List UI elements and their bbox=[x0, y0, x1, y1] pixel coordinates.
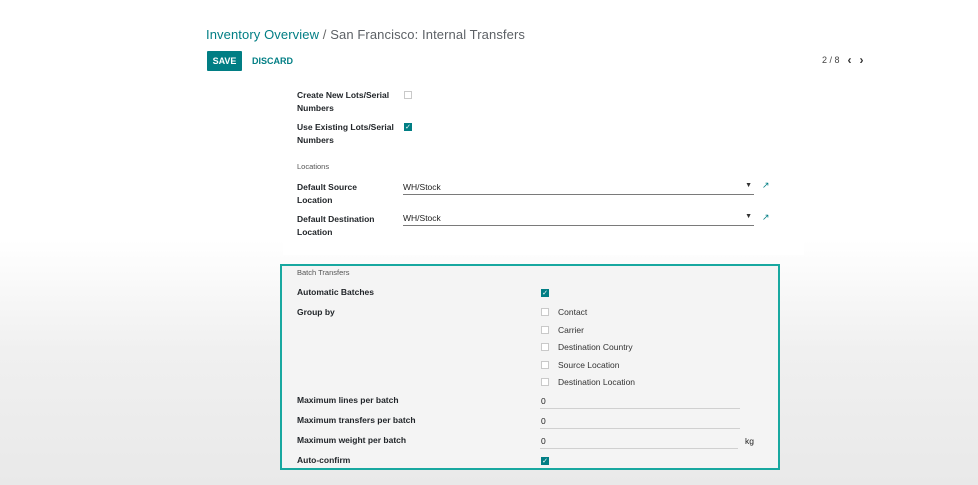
group-by-carrier-label: Carrier bbox=[558, 325, 584, 335]
max-weight-label: Maximum weight per batch bbox=[297, 435, 407, 445]
max-weight-underline bbox=[540, 448, 738, 449]
group-by-destination-country-checkbox[interactable] bbox=[541, 343, 549, 351]
automatic-batches-checkbox[interactable]: ✓ bbox=[541, 289, 549, 297]
max-lines-label: Maximum lines per batch bbox=[297, 395, 399, 405]
external-link-icon[interactable]: ↗ bbox=[762, 180, 770, 191]
default-source-value: WH/Stock bbox=[403, 182, 441, 192]
use-existing-lots-checkbox[interactable]: ✓ bbox=[404, 123, 412, 131]
chevron-right-icon[interactable]: › bbox=[860, 54, 864, 66]
default-source-label: Default Source Location bbox=[297, 182, 357, 205]
dropdown-caret-icon[interactable]: ▼ bbox=[745, 213, 752, 220]
pager: 2 / 8 ‹ › bbox=[822, 54, 864, 66]
max-transfers-input[interactable]: 0 bbox=[541, 416, 546, 426]
breadcrumb-parent-link[interactable]: Inventory Overview bbox=[206, 27, 319, 42]
default-destination-label: Default Destination Location bbox=[297, 214, 375, 237]
default-destination-value: WH/Stock bbox=[403, 213, 441, 223]
breadcrumb-separator: / bbox=[322, 27, 327, 42]
locations-section-title: Locations bbox=[297, 162, 330, 171]
group-by-source-location-label: Source Location bbox=[558, 360, 620, 370]
create-lots-checkbox[interactable] bbox=[404, 91, 412, 99]
group-by-destination-country-label: Destination Country bbox=[558, 342, 633, 352]
default-destination-field[interactable]: WH/Stock ▼ bbox=[403, 213, 754, 226]
breadcrumb: Inventory Overview / San Francisco: Inte… bbox=[206, 27, 525, 42]
auto-confirm-label: Auto-confirm bbox=[297, 455, 351, 465]
group-by-source-location-checkbox[interactable] bbox=[541, 361, 549, 369]
automatic-batches-label: Automatic Batches bbox=[297, 287, 374, 297]
group-by-contact-checkbox[interactable] bbox=[541, 308, 549, 316]
group-by-carrier-checkbox[interactable] bbox=[541, 326, 549, 334]
external-link-icon[interactable]: ↗ bbox=[762, 212, 770, 223]
weight-unit-label: kg bbox=[745, 436, 754, 446]
create-lots-label: Create New Lots/Serial Numbers bbox=[297, 90, 390, 113]
use-existing-lots-label: Use Existing Lots/Serial Numbers bbox=[297, 122, 394, 145]
group-by-contact-label: Contact bbox=[558, 307, 588, 317]
group-by-label: Group by bbox=[297, 307, 335, 317]
group-by-destination-location-checkbox[interactable] bbox=[541, 378, 549, 386]
default-source-field[interactable]: WH/Stock ▼ bbox=[403, 182, 754, 195]
breadcrumb-current: San Francisco: Internal Transfers bbox=[330, 27, 525, 42]
save-button[interactable]: SAVE bbox=[207, 51, 242, 71]
max-lines-input[interactable]: 0 bbox=[541, 396, 546, 406]
group-by-destination-location-label: Destination Location bbox=[558, 377, 636, 387]
pager-value[interactable]: 2 / 8 bbox=[822, 55, 840, 65]
max-weight-input[interactable]: 0 bbox=[541, 436, 546, 446]
discard-button[interactable]: DISCARD bbox=[252, 56, 293, 66]
max-lines-underline bbox=[540, 408, 740, 409]
max-transfers-underline bbox=[540, 428, 740, 429]
auto-confirm-checkbox[interactable]: ✓ bbox=[541, 457, 549, 465]
max-transfers-label: Maximum transfers per batch bbox=[297, 415, 416, 425]
chevron-left-icon[interactable]: ‹ bbox=[848, 54, 852, 66]
batch-section-title: Batch Transfers bbox=[297, 268, 350, 277]
dropdown-caret-icon[interactable]: ▼ bbox=[745, 182, 752, 189]
